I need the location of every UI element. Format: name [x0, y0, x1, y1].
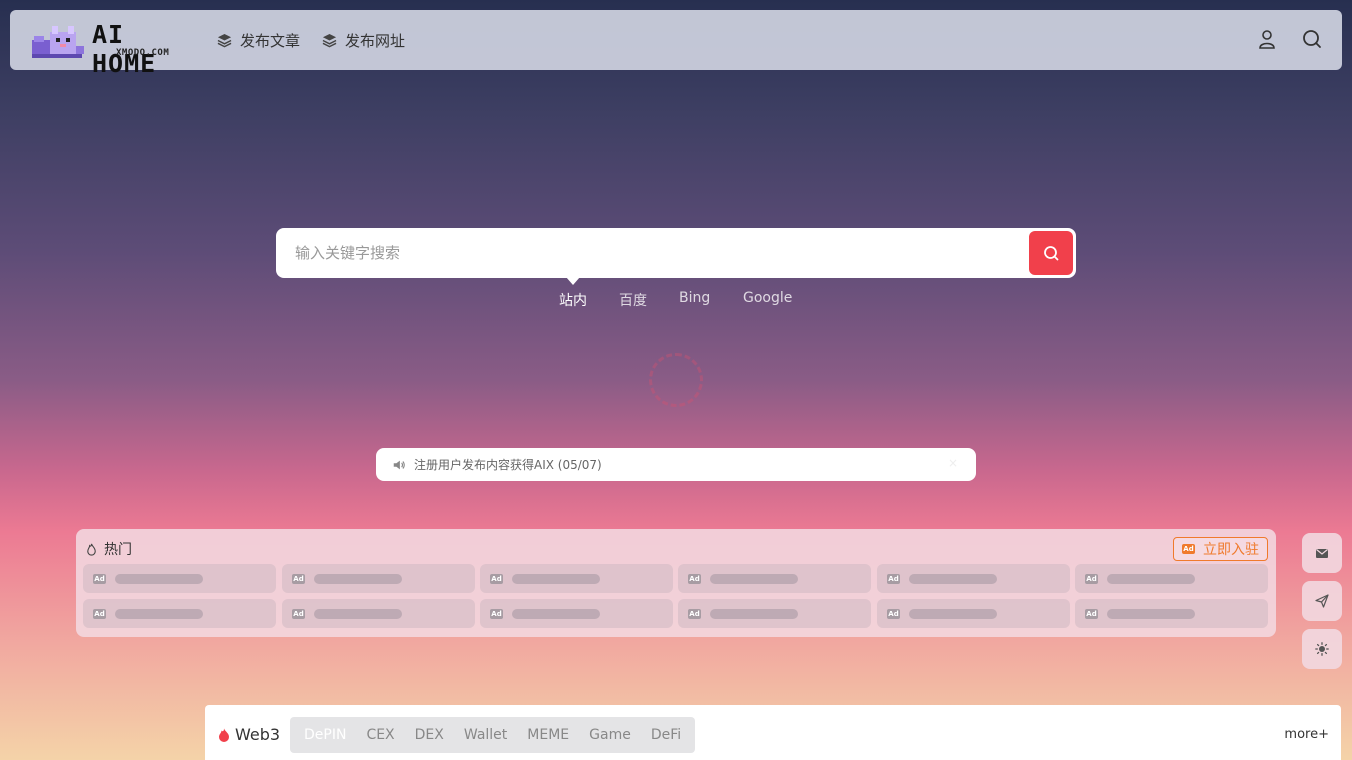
- layers-icon: [217, 33, 232, 48]
- ad-placeholder: [909, 574, 997, 584]
- ad-placeholder: [512, 574, 600, 584]
- ad-badge: Ad: [1085, 574, 1098, 584]
- ad-slot[interactable]: Ad: [678, 599, 871, 628]
- ad-slot[interactable]: Ad: [83, 564, 276, 593]
- join-now-label: 立即入驻: [1203, 542, 1259, 558]
- engine-tab-site[interactable]: 站内: [559, 290, 587, 310]
- nav-publish-article[interactable]: 发布文章: [217, 30, 300, 51]
- web3-title: Web3: [217, 725, 280, 744]
- more-link[interactable]: more+: [1284, 727, 1329, 742]
- ad-placeholder: [512, 609, 600, 619]
- search-icon[interactable]: [1301, 28, 1323, 50]
- tab-defi[interactable]: DeFi: [641, 727, 691, 743]
- fire-icon: [219, 728, 229, 742]
- loading-spinner: [649, 353, 703, 407]
- tab-wallet[interactable]: Wallet: [454, 727, 517, 743]
- ad-slot[interactable]: Ad: [83, 599, 276, 628]
- tab-cex[interactable]: CEX: [356, 727, 404, 743]
- ad-slot[interactable]: Ad: [877, 564, 1070, 593]
- search-input[interactable]: [276, 228, 1016, 278]
- ad-slot[interactable]: Ad: [282, 599, 475, 628]
- tab-game[interactable]: Game: [579, 727, 641, 743]
- engine-tab-bing[interactable]: Bing: [679, 290, 710, 306]
- ad-placeholder: [1107, 574, 1195, 584]
- notice-bar: 注册用户发布内容获得AIX (05/07) ×: [376, 448, 976, 481]
- ad-badge: Ad: [490, 574, 503, 584]
- ad-placeholder: [115, 609, 203, 619]
- web3-section: Web3 DePIN CEX DEX Wallet MEME Game DeFi…: [205, 705, 1341, 760]
- layers-icon: [322, 33, 337, 48]
- notice-text[interactable]: 注册用户发布内容获得AIX (05/07): [414, 456, 602, 473]
- ad-slot[interactable]: Ad: [480, 564, 673, 593]
- hot-title: 热门: [85, 539, 132, 559]
- engine-tab-google[interactable]: Google: [743, 290, 792, 306]
- search-icon: [1044, 246, 1059, 261]
- engine-caret: [566, 277, 580, 285]
- speaker-icon: [393, 460, 405, 469]
- hot-panel: 热门 Ad 立即入驻 Ad Ad Ad Ad Ad Ad Ad Ad Ad Ad…: [76, 529, 1276, 637]
- ad-badge: Ad: [887, 574, 900, 584]
- ad-slot[interactable]: Ad: [877, 599, 1070, 628]
- site-logo[interactable]: AI HOME XMODO.COM: [30, 20, 192, 78]
- search-button[interactable]: [1029, 231, 1073, 275]
- ad-slot[interactable]: Ad: [1075, 564, 1268, 593]
- mail-icon: [1316, 549, 1328, 558]
- join-now-button[interactable]: Ad 立即入驻: [1173, 537, 1268, 561]
- ad-slot[interactable]: Ad: [1075, 599, 1268, 628]
- ad-badge: Ad: [292, 574, 305, 584]
- tab-meme[interactable]: MEME: [517, 727, 579, 743]
- cat-logo-icon: [32, 26, 84, 58]
- nav-publish-article-label: 发布文章: [240, 32, 301, 50]
- ad-slot[interactable]: Ad: [480, 599, 673, 628]
- ad-badge: Ad: [688, 574, 701, 584]
- top-header: AI HOME XMODO.COM 发布文章 发布网址: [10, 10, 1342, 78]
- ad-slot[interactable]: Ad: [678, 564, 871, 593]
- mail-button[interactable]: [1302, 533, 1342, 573]
- ad-badge: Ad: [688, 609, 701, 619]
- tab-dex[interactable]: DEX: [405, 727, 454, 743]
- hot-title-label: 热门: [104, 542, 132, 558]
- engine-tab-baidu[interactable]: 百度: [619, 290, 647, 310]
- tab-depin[interactable]: DePIN: [294, 727, 356, 743]
- ad-badge: Ad: [490, 609, 503, 619]
- ad-badge: Ad: [292, 609, 305, 619]
- ad-placeholder: [710, 609, 798, 619]
- sun-icon: [1315, 642, 1329, 656]
- nav-publish-url[interactable]: 发布网址: [322, 30, 405, 51]
- send-icon: [1315, 594, 1329, 608]
- ad-icon: Ad: [1182, 544, 1195, 554]
- ad-badge: Ad: [93, 574, 106, 584]
- theme-toggle-button[interactable]: [1302, 629, 1342, 669]
- ad-badge: Ad: [1085, 609, 1098, 619]
- search-box: [276, 228, 1076, 278]
- ad-placeholder: [1107, 609, 1195, 619]
- ad-badge: Ad: [93, 609, 106, 619]
- user-icon[interactable]: [1256, 28, 1278, 50]
- ad-placeholder: [115, 574, 203, 584]
- brand-domain: XMODO.COM: [116, 48, 170, 58]
- fire-icon: [87, 543, 96, 556]
- ad-placeholder: [710, 574, 798, 584]
- ad-badge: Ad: [887, 609, 900, 619]
- web3-tabs: DePIN CEX DEX Wallet MEME Game DeFi: [290, 717, 696, 753]
- ad-slot[interactable]: Ad: [282, 564, 475, 593]
- notice-close-button[interactable]: ×: [948, 456, 958, 470]
- ad-placeholder: [909, 609, 997, 619]
- ad-placeholder: [314, 574, 402, 584]
- web3-title-label: Web3: [235, 725, 281, 744]
- ad-placeholder: [314, 609, 402, 619]
- nav-publish-url-label: 发布网址: [345, 32, 406, 50]
- send-button[interactable]: [1302, 581, 1342, 621]
